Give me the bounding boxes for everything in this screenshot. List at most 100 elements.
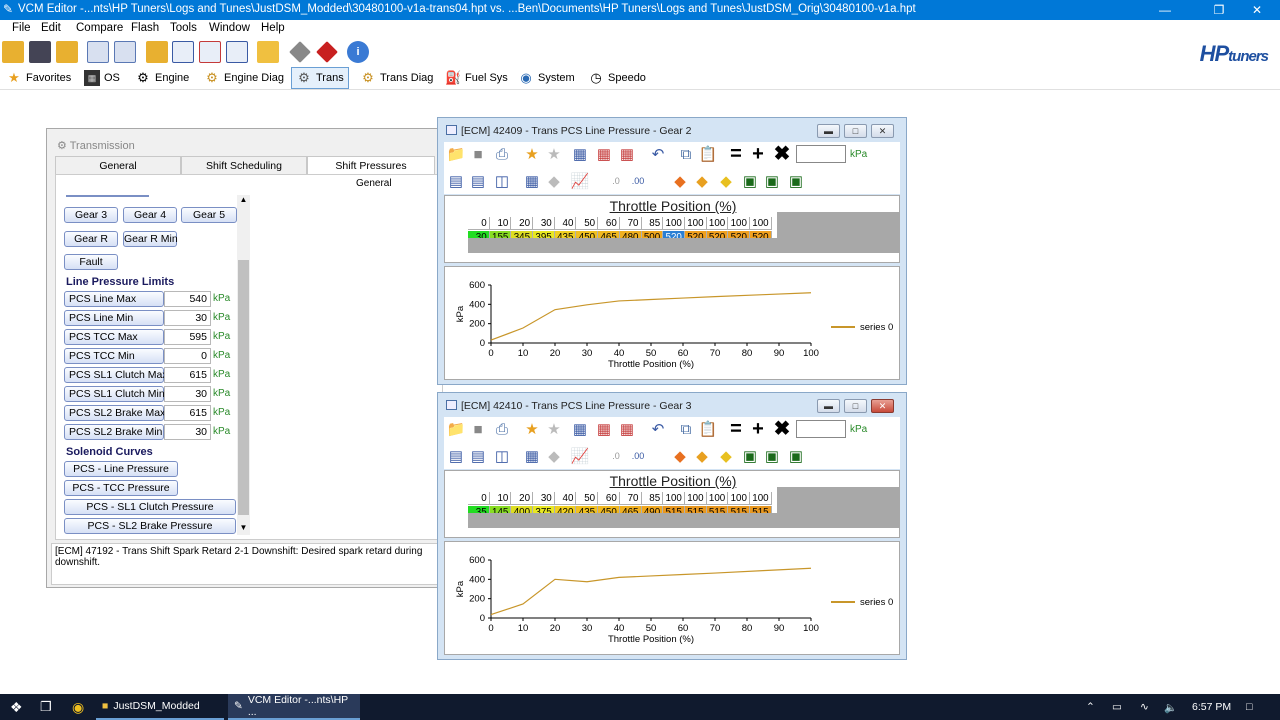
- color-select-icon[interactable]: ◆: [670, 446, 690, 466]
- menu-compare[interactable]: Compare: [76, 22, 123, 34]
- clear-icon[interactable]: ◆: [544, 446, 564, 466]
- layout-split-icon[interactable]: ▤: [468, 171, 488, 191]
- scroll-up-icon[interactable]: ▲: [237, 195, 250, 207]
- tab-os[interactable]: ▦ OS: [80, 67, 124, 89]
- throttle-cell[interactable]: 85: [641, 492, 664, 505]
- pcs-sl1-clutch-max-button[interactable]: PCS SL1 Clutch Max: [64, 367, 168, 383]
- gear3-close-button[interactable]: ✕: [871, 399, 894, 413]
- throttle-cell[interactable]: 10: [489, 217, 512, 230]
- save-icon[interactable]: ■: [468, 144, 488, 164]
- history-file-icon[interactable]: [114, 41, 136, 63]
- color-select-icon[interactable]: ◆: [670, 171, 690, 191]
- pcs-sl1-clutch-max-value[interactable]: 615: [164, 367, 211, 383]
- table-diff-icon[interactable]: [226, 41, 248, 63]
- start-icon[interactable]: ❖: [4, 694, 29, 720]
- gear-5-button[interactable]: Gear 5: [181, 207, 237, 223]
- throttle-cell[interactable]: 100: [728, 492, 750, 505]
- throttle-cell[interactable]: 40: [554, 217, 577, 230]
- tab-engine-diag[interactable]: ⚙ Engine Diag: [200, 67, 288, 89]
- throttle-cell[interactable]: 60: [598, 217, 620, 230]
- tab-system[interactable]: ◉ System: [514, 67, 579, 89]
- throttle-cell[interactable]: 40: [554, 492, 577, 505]
- equals-icon[interactable]: =: [726, 419, 746, 439]
- throttle-cell[interactable]: 20: [511, 217, 534, 230]
- print-icon[interactable]: ⎙: [492, 419, 512, 439]
- tab-fuel-sys[interactable]: ⛽ Fuel Sys: [441, 67, 512, 89]
- throttle-cell[interactable]: 50: [576, 492, 599, 505]
- gear2-maximize-button[interactable]: □: [844, 124, 867, 138]
- pcs-sl1-clutch-min-value[interactable]: 30: [164, 386, 211, 402]
- smooth-icon[interactable]: ◆: [716, 171, 736, 191]
- smooth-icon[interactable]: ◆: [716, 446, 736, 466]
- compare-icon[interactable]: [146, 41, 168, 63]
- highlight-box-icon[interactable]: ▣: [786, 446, 806, 466]
- tab-speedo[interactable]: ◷ Speedo: [584, 67, 650, 89]
- table-diff-icon[interactable]: ▦: [617, 419, 637, 439]
- gear3-minimize-button[interactable]: ▬: [817, 399, 840, 413]
- menu-edit[interactable]: Edit: [41, 22, 61, 34]
- interpolate-icon[interactable]: ◆: [692, 171, 712, 191]
- throttle-cell[interactable]: 0: [468, 217, 490, 230]
- menu-flash[interactable]: Flash: [131, 22, 159, 34]
- favorite-icon[interactable]: ★: [544, 144, 564, 164]
- pcs-line-max-button[interactable]: PCS Line Max: [64, 291, 164, 307]
- gear2-minimize-button[interactable]: ▬: [817, 124, 840, 138]
- favorite-icon[interactable]: ★: [544, 419, 564, 439]
- battery-icon[interactable]: ▭: [1106, 694, 1128, 720]
- gear-3-button[interactable]: Gear 3: [64, 207, 118, 223]
- throttle-cell[interactable]: 60: [598, 492, 620, 505]
- undo-icon[interactable]: ↶: [648, 419, 668, 439]
- multiply-icon[interactable]: ✖: [772, 419, 792, 439]
- wifi-icon[interactable]: ∿: [1134, 694, 1155, 720]
- highlight-box-icon[interactable]: ▣: [786, 171, 806, 191]
- chrome-icon[interactable]: ◉: [66, 694, 90, 720]
- pcs-sl2-brake-max-button[interactable]: PCS SL2 Brake Max: [64, 405, 165, 421]
- throttle-cell[interactable]: 100: [684, 217, 707, 230]
- menu-help[interactable]: Help: [261, 22, 285, 34]
- add-favorite-icon[interactable]: ★: [522, 419, 542, 439]
- fill-box-icon[interactable]: ▣: [762, 171, 782, 191]
- read-vehicle-icon[interactable]: [289, 41, 311, 63]
- decimal-decrease-icon[interactable]: .0: [606, 171, 626, 191]
- gear-r-button[interactable]: Gear R: [64, 231, 118, 247]
- throttle-cell[interactable]: 100: [749, 492, 772, 505]
- menu-tools[interactable]: Tools: [170, 22, 197, 34]
- clear-icon[interactable]: ◆: [544, 171, 564, 191]
- pcs-line-min-button[interactable]: PCS Line Min: [64, 310, 164, 326]
- copy-icon[interactable]: ⧉: [676, 419, 696, 439]
- tab-trans-diag[interactable]: ⚙ Trans Diag: [356, 67, 437, 89]
- gear-r-min-button[interactable]: Gear R Min: [123, 231, 178, 247]
- table-view-icon[interactable]: ▦: [570, 419, 590, 439]
- throttle-cell[interactable]: 70: [619, 217, 642, 230]
- interpolate-icon[interactable]: ◆: [692, 446, 712, 466]
- throttle-cell[interactable]: 100: [749, 217, 772, 230]
- layout-split-icon[interactable]: ▤: [468, 446, 488, 466]
- paste-icon[interactable]: 📋: [698, 419, 718, 439]
- fill-box-icon[interactable]: ▣: [762, 446, 782, 466]
- throttle-cell[interactable]: 70: [619, 492, 642, 505]
- paste-icon[interactable]: 📋: [698, 144, 718, 164]
- throttle-cell[interactable]: 85: [641, 217, 664, 230]
- info-file-icon[interactable]: [87, 41, 109, 63]
- decimal-decrease-icon[interactable]: .0: [606, 446, 626, 466]
- clock-time[interactable]: 6:57 PM: [1186, 694, 1237, 720]
- tab-shift-scheduling[interactable]: Shift Scheduling: [181, 156, 307, 175]
- save-icon[interactable]: ■: [468, 419, 488, 439]
- pcs-sl2-brake-min-value[interactable]: 30: [164, 424, 211, 440]
- menu-window[interactable]: Window: [209, 22, 250, 34]
- volume-icon[interactable]: 🔈: [1158, 694, 1183, 720]
- decimal-increase-icon[interactable]: .00: [628, 171, 648, 191]
- info-icon[interactable]: i: [347, 41, 369, 63]
- close-button[interactable]: ✕: [1234, 0, 1280, 20]
- scroll-down-icon[interactable]: ▼: [237, 523, 250, 535]
- pcs-sl1-clutch-min-button[interactable]: PCS SL1 Clutch Min: [64, 386, 165, 402]
- chart-icon[interactable]: 📈: [570, 446, 590, 466]
- open-folder-icon[interactable]: [56, 41, 78, 63]
- table-view-icon[interactable]: ▦: [570, 144, 590, 164]
- operation-value-input[interactable]: [796, 420, 846, 438]
- notification-icon[interactable]: □: [1240, 694, 1258, 720]
- fault-button[interactable]: Fault: [64, 254, 118, 270]
- layout-columns-icon[interactable]: ◫: [492, 171, 512, 191]
- pcs-sl2-brake-min-button[interactable]: PCS SL2 Brake Min: [64, 424, 164, 440]
- tab-trans[interactable]: ⚙ Trans: [291, 67, 349, 89]
